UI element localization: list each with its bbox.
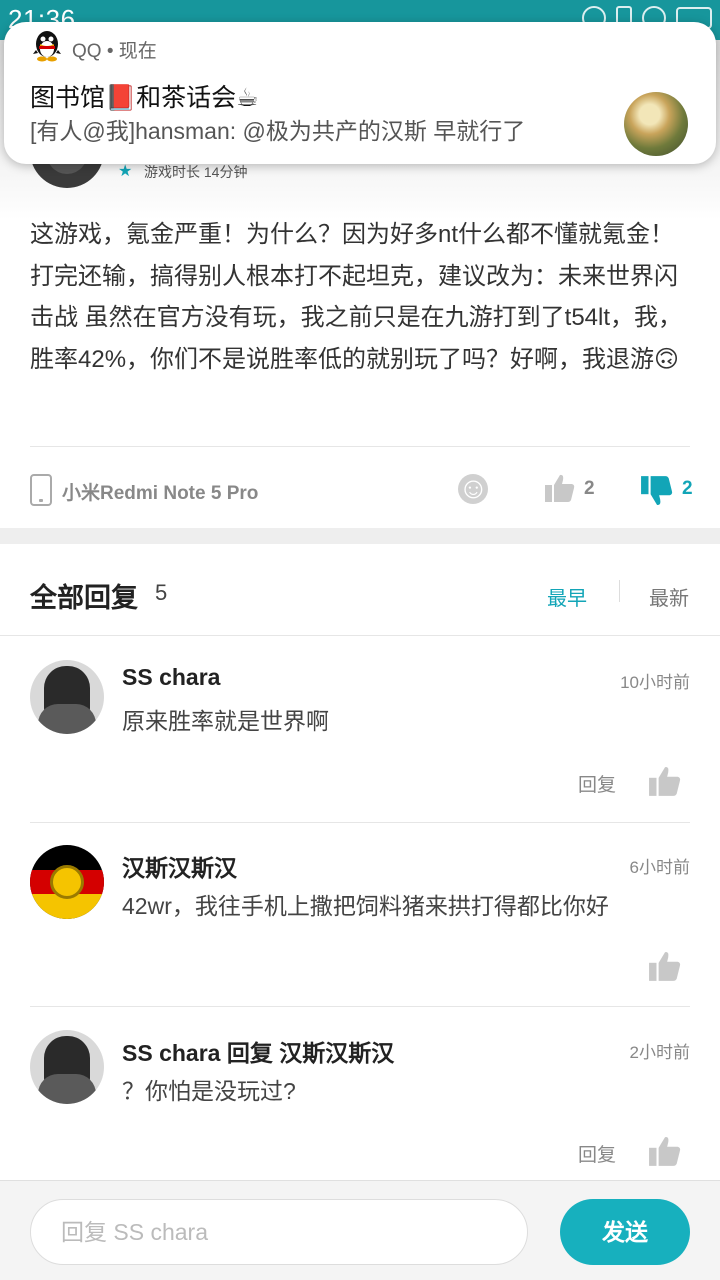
replies-count: 5 (155, 580, 168, 605)
reply-input-bar: 发送 (0, 1180, 720, 1280)
notification-app: QQ • 现在 (72, 36, 157, 63)
reply-button[interactable]: 回复 (578, 1140, 616, 1167)
reply-text: 42wr，我往手机上撒把饲料猪来拱打得都比你好 (122, 893, 609, 919)
thumbs-up-icon[interactable] (648, 949, 682, 983)
divider (30, 1006, 690, 1007)
reply-time: 6小时前 (629, 858, 690, 877)
notification-body: [有人@我]hansman: @极为共产的汉斯 早就行了 (30, 118, 526, 144)
notification-separator: • (106, 41, 119, 62)
thumbs-up-icon[interactable] (648, 1134, 682, 1168)
notification-title: 图书馆📕和茶话会☕ (30, 84, 259, 112)
notification-group-avatar (624, 92, 688, 156)
sort-earliest-tab[interactable]: 最早 (547, 582, 587, 611)
post-body: 这游戏，氪金严重！为什么？因为好多nt什么都不懂就氪金！打完还输，搞得别人根本打… (30, 221, 683, 373)
notification-time: 现在 (118, 41, 157, 62)
emoji-icon[interactable] (458, 471, 488, 507)
star-icon: ★ (118, 163, 133, 180)
sort-separator (619, 580, 620, 602)
playtime-text: 游戏时长 14分钟 (144, 164, 248, 180)
device-name: 小米Redmi Note 5 Pro (62, 483, 259, 504)
dislike-count: 2 (682, 478, 693, 499)
reply-text: 原来胜率就是世界啊 (122, 708, 329, 734)
notification-app-name: QQ (72, 41, 102, 62)
reply-input[interactable] (30, 1199, 528, 1265)
reply-text: ？你怕是没玩过? (122, 1078, 296, 1104)
playtime: ★ 游戏时长 14分钟 (118, 162, 247, 182)
post-detail-screen: 21:36 ★ 游戏时长 14分钟 QQ • 现在 图书馆📕和茶话会☕ [有人@… (0, 0, 720, 1280)
send-button[interactable]: 发送 (560, 1199, 690, 1265)
reply-author[interactable]: SS chara 回复 汉斯汉斯汉 (122, 1034, 394, 1068)
like-count: 2 (584, 478, 595, 499)
qq-notification[interactable]: QQ • 现在 图书馆📕和茶话会☕ [有人@我]hansman: @极为共产的汉… (4, 22, 716, 164)
divider (30, 822, 690, 823)
reply-author[interactable]: 汉斯汉斯汉 (122, 849, 237, 883)
avatar[interactable] (30, 845, 104, 919)
avatar[interactable] (30, 1030, 104, 1104)
reply-item: 汉斯汉斯汉 6小时前 42wr，我往手机上撒把饲料猪来拱打得都比你好 (30, 845, 690, 995)
thumbs-up-icon[interactable] (648, 764, 682, 798)
sort-latest-tab[interactable]: 最新 (649, 582, 689, 611)
replies-header: 全部回复 5 最早 最新 (0, 544, 720, 636)
section-gap (0, 528, 720, 544)
emblem-icon (50, 865, 84, 899)
reply-time: 10小时前 (620, 673, 690, 692)
reply-item: SS chara 回复 汉斯汉斯汉 2小时前 ？你怕是没玩过? 回复 (30, 1030, 690, 1180)
phone-icon (30, 474, 52, 506)
reply-author[interactable]: SS chara (122, 664, 220, 691)
thumbs-down-icon[interactable] (640, 474, 674, 508)
thumbs-up-icon[interactable] (544, 472, 576, 504)
post-action-row: 小米Redmi Note 5 Pro 2 2 (30, 470, 693, 510)
reply-time: 2小时前 (629, 1043, 690, 1062)
reply-item: SS chara 10小时前 原来胜率就是世界啊 回复 (30, 660, 690, 810)
divider (30, 446, 690, 447)
qq-penguin-icon (33, 31, 61, 62)
reply-button[interactable]: 回复 (578, 770, 616, 797)
replies-title: 全部回复 (30, 583, 138, 613)
avatar[interactable] (30, 660, 104, 734)
